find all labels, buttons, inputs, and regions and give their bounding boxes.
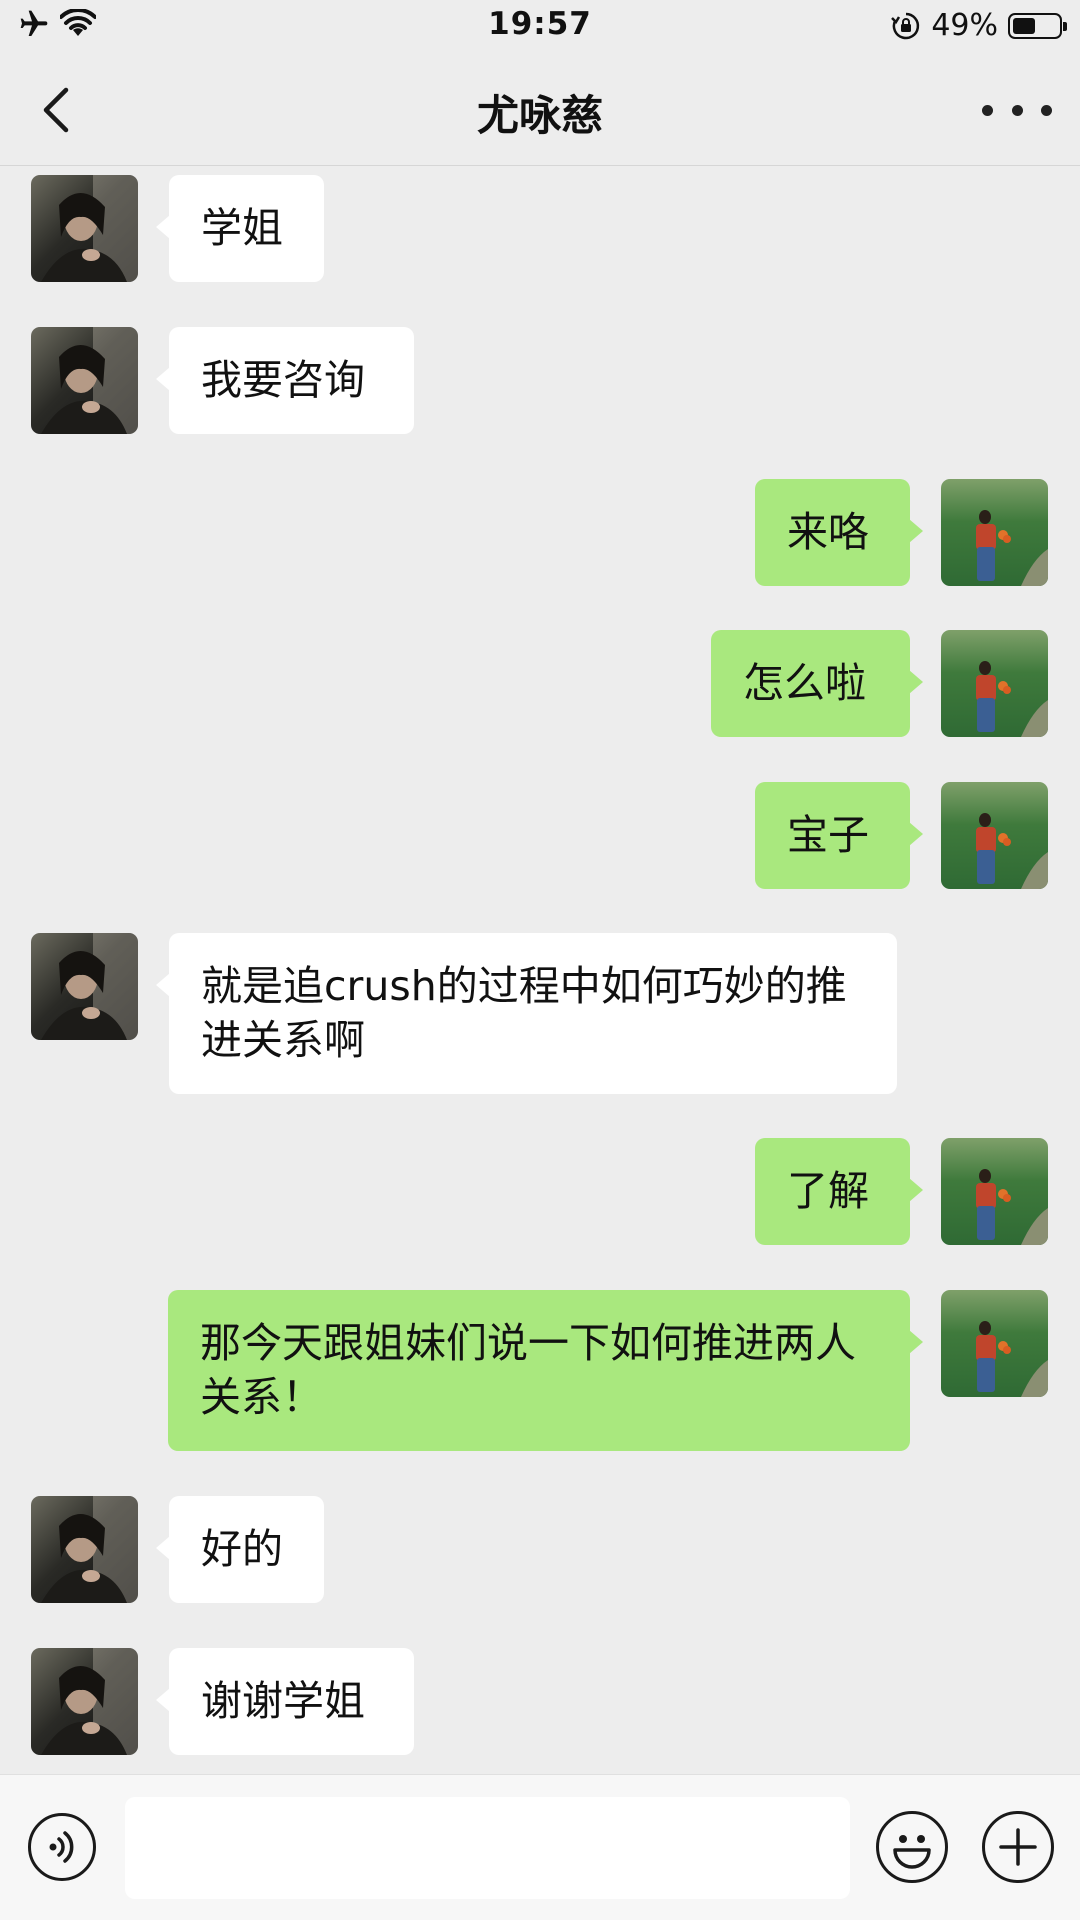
orientation-lock-icon bbox=[891, 12, 920, 39]
status-bar: 19:57 49% bbox=[0, 0, 1080, 56]
received-message: 谢谢学姐 bbox=[0, 1648, 1080, 1755]
plus-icon bbox=[999, 1828, 1037, 1866]
battery-fill bbox=[1013, 17, 1035, 34]
chat-history[interactable]: 学姐我要咨询来咯怎么啦宝子就是追crush的过程中如何巧妙的推进关系啊了解那今天… bbox=[0, 166, 1080, 1774]
message-bubble[interactable]: 谢谢学姐 bbox=[156, 1648, 414, 1755]
emoji-icon bbox=[893, 1835, 931, 1869]
contact-avatar[interactable] bbox=[31, 1648, 138, 1755]
emoji-button[interactable] bbox=[876, 1811, 948, 1883]
message-bubble[interactable]: 好的 bbox=[156, 1496, 324, 1603]
received-message: 好的 bbox=[0, 1496, 1080, 1603]
my-avatar[interactable] bbox=[941, 479, 1048, 586]
input-bar bbox=[0, 1774, 1080, 1920]
received-message: 就是追crush的过程中如何巧妙的推进关系啊 bbox=[0, 933, 1080, 1094]
sent-message: 怎么啦 bbox=[0, 630, 1080, 737]
voice-button[interactable] bbox=[28, 1813, 96, 1881]
voice-icon bbox=[49, 1831, 74, 1863]
message-bubble[interactable]: 宝子 bbox=[755, 782, 923, 889]
contact-avatar[interactable] bbox=[31, 327, 138, 434]
contact-avatar[interactable] bbox=[31, 933, 138, 1040]
chat-title: 尤咏慈 bbox=[476, 91, 603, 140]
sent-message: 了解 bbox=[0, 1138, 1080, 1245]
nav-bar: 尤咏慈 bbox=[0, 56, 1080, 166]
more-dots-icon bbox=[982, 104, 993, 116]
message-bubble[interactable]: 学姐 bbox=[156, 175, 324, 282]
more-dot bbox=[1011, 104, 1023, 116]
plus-button[interactable] bbox=[982, 1811, 1054, 1883]
sent-message: 来咯 bbox=[0, 479, 1080, 586]
my-avatar[interactable] bbox=[941, 1290, 1048, 1397]
sent-message: 宝子 bbox=[0, 782, 1080, 889]
my-avatar[interactable] bbox=[941, 1138, 1048, 1245]
more-dot bbox=[1041, 104, 1052, 116]
message-bubble[interactable]: 怎么啦 bbox=[711, 630, 923, 737]
contact-avatar[interactable] bbox=[31, 175, 138, 282]
message-bubble[interactable]: 来咯 bbox=[755, 479, 923, 586]
my-avatar[interactable] bbox=[941, 782, 1048, 889]
my-avatar[interactable] bbox=[941, 630, 1048, 737]
more-button[interactable] bbox=[982, 90, 1052, 130]
status-right: 49% bbox=[891, 8, 1067, 43]
message-bubble[interactable]: 那今天跟姐妹们说一下如何推进两人关系！ bbox=[168, 1290, 923, 1451]
contact-avatar[interactable] bbox=[31, 1496, 138, 1603]
message-bubble[interactable]: 了解 bbox=[755, 1138, 923, 1245]
battery-icon bbox=[1008, 12, 1067, 39]
message-input[interactable] bbox=[125, 1797, 850, 1899]
battery-percent: 49% bbox=[931, 8, 998, 43]
message-bubble[interactable]: 就是追crush的过程中如何巧妙的推进关系啊 bbox=[156, 933, 897, 1094]
received-message: 我要咨询 bbox=[0, 327, 1080, 434]
received-message: 学姐 bbox=[0, 175, 1080, 282]
sent-message: 那今天跟姐妹们说一下如何推进两人关系！ bbox=[0, 1290, 1080, 1451]
message-bubble[interactable]: 我要咨询 bbox=[156, 327, 414, 434]
